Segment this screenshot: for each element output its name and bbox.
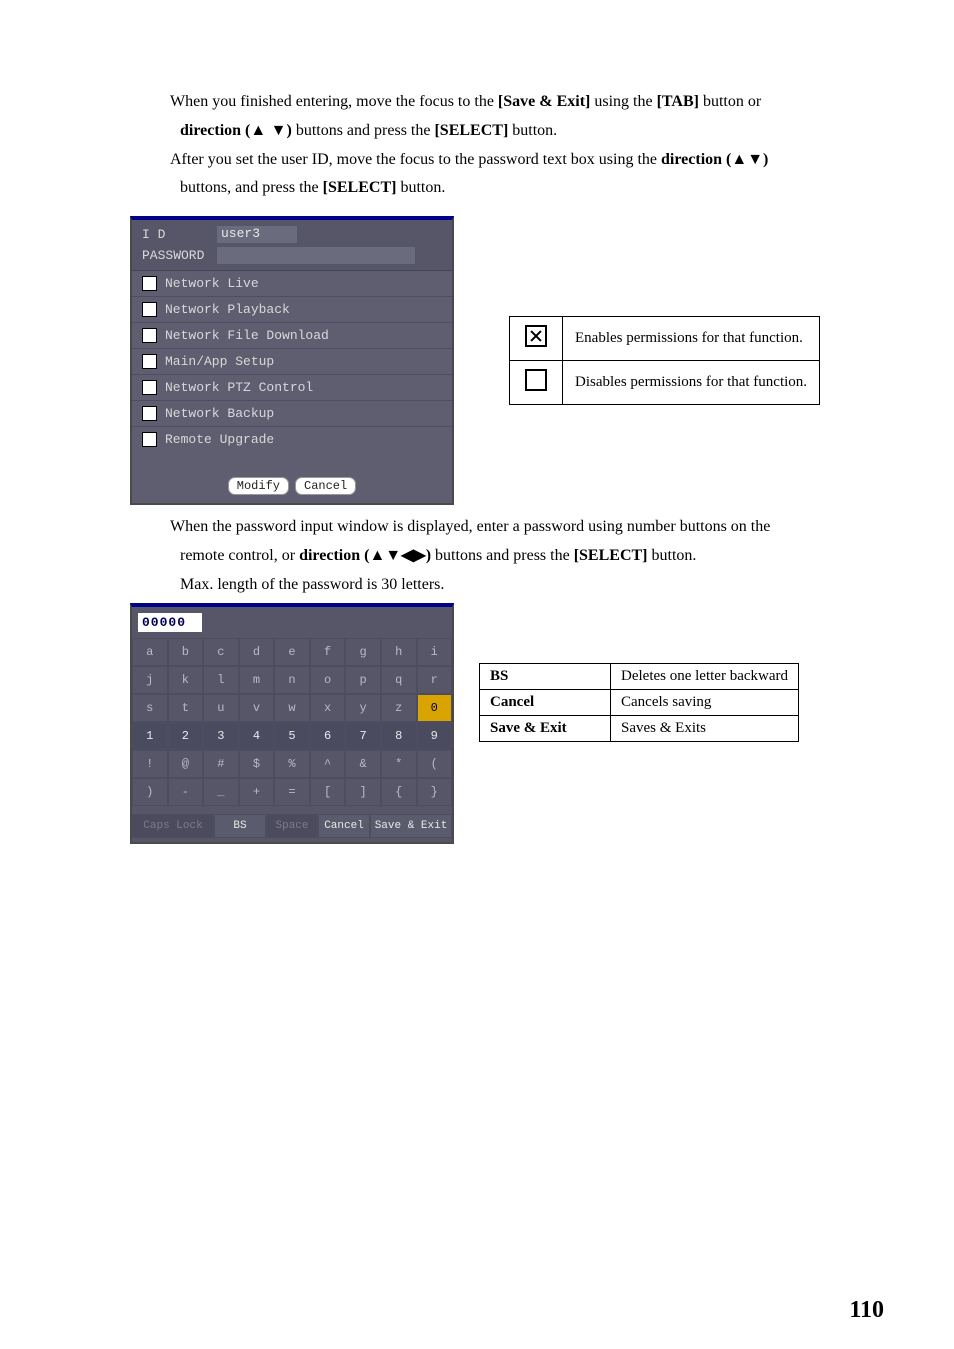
checkbox-icon[interactable] xyxy=(142,380,157,395)
checkbox-icon[interactable] xyxy=(142,302,157,317)
osk-key[interactable]: 9 xyxy=(417,722,453,750)
osk-key[interactable]: 6 xyxy=(310,722,346,750)
perm-item[interactable]: Remote Upgrade xyxy=(132,427,452,452)
osk-key[interactable]: h xyxy=(381,638,417,666)
osk-key[interactable]: v xyxy=(239,694,275,722)
paragraph-3: After you set the user ID, move the focu… xyxy=(170,148,894,173)
permissions-list: Network Live Network Playback Network Fi… xyxy=(132,270,452,452)
paragraph-4: buttons, and press the [SELECT] button. xyxy=(180,176,894,201)
osk-key[interactable]: 5 xyxy=(274,722,310,750)
osk-key[interactable]: * xyxy=(381,750,417,778)
osk-key[interactable]: # xyxy=(203,750,239,778)
osk-key[interactable]: t xyxy=(168,694,204,722)
osk-key[interactable]: 8 xyxy=(381,722,417,750)
perm-item[interactable]: Main/App Setup xyxy=(132,349,452,375)
user-modify-dialog: I D user3 PASSWORD Network Live Network … xyxy=(130,216,454,505)
osk-input[interactable]: 00000 xyxy=(138,613,202,632)
checked-icon xyxy=(525,325,547,347)
osk-key[interactable]: p xyxy=(345,666,381,694)
osk-key[interactable]: m xyxy=(239,666,275,694)
osk-key[interactable]: j xyxy=(132,666,168,694)
osk-key[interactable]: @ xyxy=(168,750,204,778)
onscreen-keyboard: 00000 a b c d e f g h i j k l m n o p q xyxy=(130,603,454,844)
osk-key[interactable]: ! xyxy=(132,750,168,778)
osk-key[interactable]: c xyxy=(203,638,239,666)
osk-key[interactable]: $ xyxy=(239,750,275,778)
button-description-table: BSDeletes one letter backward CancelCanc… xyxy=(479,663,799,742)
osk-key[interactable]: _ xyxy=(203,778,239,806)
perm-item[interactable]: Network File Download xyxy=(132,323,452,349)
osk-bs[interactable]: BS xyxy=(214,814,266,838)
osk-key[interactable]: n xyxy=(274,666,310,694)
perm-item[interactable]: Network PTZ Control xyxy=(132,375,452,401)
perm-item[interactable]: Network Backup xyxy=(132,401,452,427)
checkbox-icon[interactable] xyxy=(142,354,157,369)
osk-key[interactable]: [ xyxy=(310,778,346,806)
osk-key[interactable]: & xyxy=(345,750,381,778)
osk-key[interactable]: y xyxy=(345,694,381,722)
id-label: I D xyxy=(142,227,217,242)
osk-key[interactable]: ( xyxy=(417,750,453,778)
perm-item[interactable]: Network Live xyxy=(132,271,452,297)
osk-key[interactable]: = xyxy=(274,778,310,806)
osk-key[interactable]: 1 xyxy=(132,722,168,750)
osk-key[interactable]: + xyxy=(239,778,275,806)
osk-key[interactable]: 3 xyxy=(203,722,239,750)
osk-key[interactable]: 4 xyxy=(239,722,275,750)
osk-key[interactable]: l xyxy=(203,666,239,694)
osk-cancel[interactable]: Cancel xyxy=(318,814,370,838)
osk-key[interactable]: ] xyxy=(345,778,381,806)
paragraph-1: When you finished entering, move the foc… xyxy=(170,90,894,115)
osk-key[interactable]: q xyxy=(381,666,417,694)
checkbox-icon[interactable] xyxy=(142,432,157,447)
osk-key[interactable]: e xyxy=(274,638,310,666)
paragraph-2: direction (▲ ▼) buttons and press the [S… xyxy=(180,119,894,144)
osk-key[interactable]: - xyxy=(168,778,204,806)
checkbox-icon[interactable] xyxy=(142,328,157,343)
osk-key[interactable]: z xyxy=(381,694,417,722)
page-number: 110 xyxy=(849,1297,884,1324)
osk-key[interactable]: % xyxy=(274,750,310,778)
osk-key[interactable]: w xyxy=(274,694,310,722)
osk-capslock[interactable]: Caps Lock xyxy=(132,814,214,838)
osk-key[interactable]: u xyxy=(203,694,239,722)
osk-key[interactable]: ^ xyxy=(310,750,346,778)
legend-enable: Enables permissions for that function. xyxy=(563,317,820,361)
osk-key[interactable]: d xyxy=(239,638,275,666)
password-input[interactable] xyxy=(217,247,415,264)
paragraph-6: remote control, or direction (▲▼◀▶) butt… xyxy=(180,544,894,569)
osk-key[interactable]: r xyxy=(417,666,453,694)
osk-key[interactable]: x xyxy=(310,694,346,722)
checkbox-icon[interactable] xyxy=(142,406,157,421)
checkbox-icon[interactable] xyxy=(142,276,157,291)
osk-key[interactable]: i xyxy=(417,638,453,666)
osk-key[interactable]: s xyxy=(132,694,168,722)
osk-key[interactable]: b xyxy=(168,638,204,666)
osk-save-exit[interactable]: Save & Exit xyxy=(370,814,452,838)
osk-key[interactable]: o xyxy=(310,666,346,694)
id-input[interactable]: user3 xyxy=(217,226,297,243)
osk-key[interactable]: } xyxy=(417,778,453,806)
cancel-button[interactable]: Cancel xyxy=(295,477,356,495)
osk-key[interactable]: 2 xyxy=(168,722,204,750)
osk-key[interactable]: a xyxy=(132,638,168,666)
unchecked-icon xyxy=(525,369,547,391)
password-label: PASSWORD xyxy=(142,248,217,263)
osk-key[interactable]: k xyxy=(168,666,204,694)
checkbox-legend: Enables permissions for that function. D… xyxy=(509,316,820,405)
legend-disable: Disables permissions for that function. xyxy=(563,361,820,405)
paragraph-5: When the password input window is displa… xyxy=(170,515,894,540)
osk-key[interactable]: ) xyxy=(132,778,168,806)
osk-key[interactable]: f xyxy=(310,638,346,666)
osk-space[interactable]: Space xyxy=(266,814,318,838)
osk-key[interactable]: g xyxy=(345,638,381,666)
modify-button[interactable]: Modify xyxy=(228,477,289,495)
osk-key[interactable]: { xyxy=(381,778,417,806)
osk-key-zero[interactable]: 0 xyxy=(417,694,453,722)
perm-item[interactable]: Network Playback xyxy=(132,297,452,323)
osk-key[interactable]: 7 xyxy=(345,722,381,750)
paragraph-7: Max. length of the password is 30 letter… xyxy=(180,573,894,598)
